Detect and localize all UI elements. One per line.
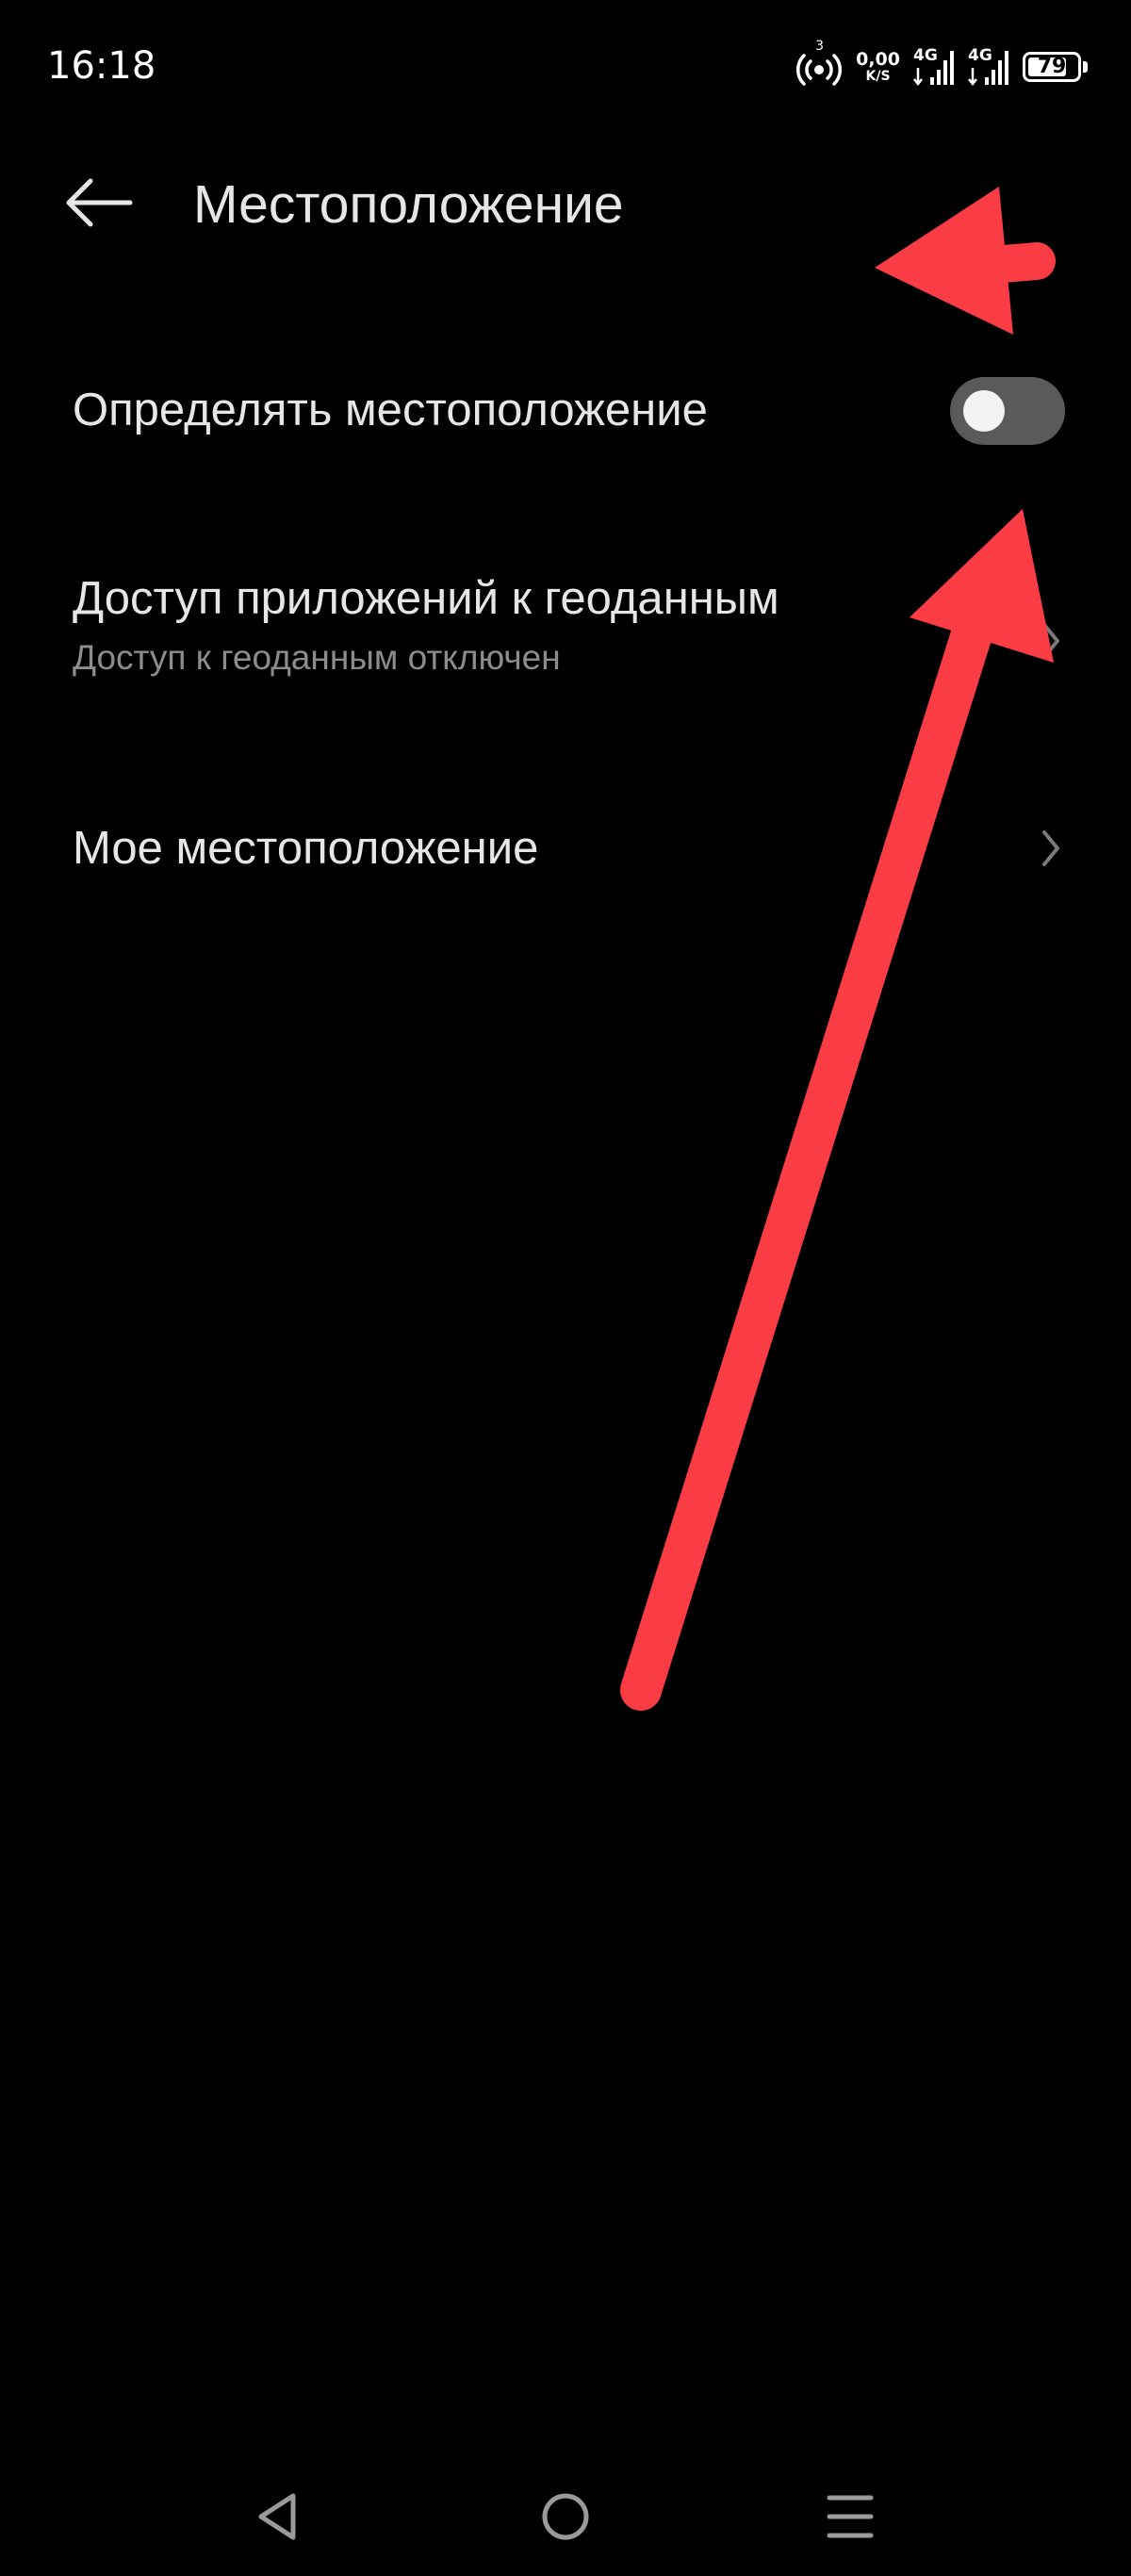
network-speed: 0,00 K/S	[856, 50, 900, 84]
nav-back-button[interactable]	[240, 2479, 316, 2554]
nav-recents-button[interactable]	[812, 2479, 888, 2554]
status-icons: 3 0,00 K/S 4G 4G 79	[795, 40, 1088, 90]
circle-home-icon	[542, 2493, 589, 2540]
menu-lines-icon	[827, 2495, 874, 2538]
chevron-right-icon	[1042, 830, 1059, 866]
app-access-row[interactable]: Доступ приложений к геоданным Доступ к г…	[0, 556, 1131, 697]
app-access-label: Доступ приложений к геоданным	[73, 573, 779, 624]
status-time: 16:18	[47, 44, 156, 88]
app-header: Местоположение	[0, 141, 1131, 264]
location-toggle-label: Определять местоположение	[73, 385, 708, 435]
network-speed-value: 0,00	[856, 49, 900, 70]
my-location-row[interactable]: Мое местоположение	[0, 792, 1131, 905]
back-button[interactable]	[57, 160, 141, 245]
battery-level: 79	[1037, 55, 1067, 78]
network-speed-unit: K/S	[865, 69, 891, 84]
status-bar: 16:18 3 0,00 K/S 4G 4G 79	[0, 0, 1131, 132]
arrow-left-icon	[66, 178, 133, 227]
signal-strength-icon: 4G	[968, 47, 1009, 87]
triangle-back-icon	[258, 2493, 296, 2540]
battery-body: 79	[1023, 52, 1081, 82]
chevron-right-icon	[1042, 623, 1059, 659]
app-access-subtitle: Доступ к геоданным отключен	[73, 638, 561, 677]
hotspot-count: 3	[815, 39, 825, 54]
toggle-knob	[963, 390, 1005, 432]
navigation-bar	[0, 2451, 1131, 2576]
hotspot-icon: 3	[795, 40, 843, 87]
location-toggle-switch[interactable]	[950, 377, 1065, 445]
nav-home-button[interactable]	[528, 2479, 603, 2554]
location-toggle-row[interactable]: Определять местоположение	[0, 349, 1131, 471]
my-location-label: Мое местоположение	[73, 823, 539, 874]
page-title: Местоположение	[193, 174, 624, 235]
battery-icon: 79	[1023, 52, 1088, 82]
signal-strength-icon: 4G	[913, 47, 955, 87]
battery-tip	[1083, 61, 1088, 73]
